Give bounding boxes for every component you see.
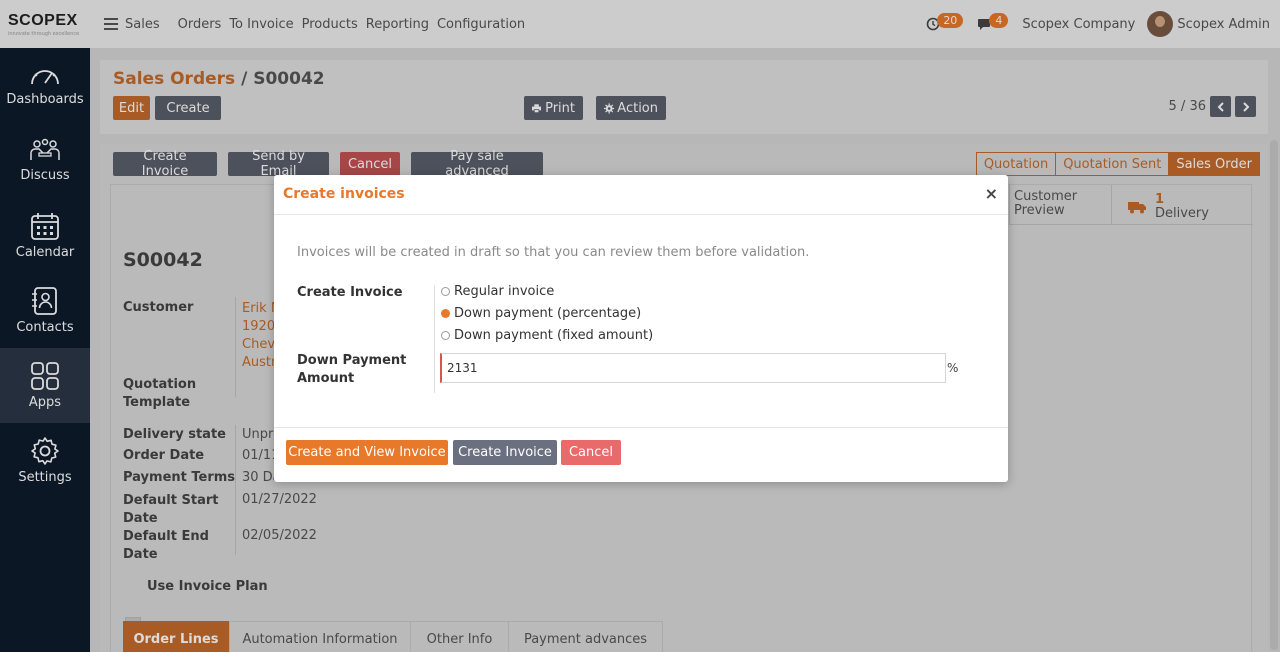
dialog-header-divider [274, 214, 1008, 215]
close-icon[interactable]: × [985, 184, 998, 203]
create-invoices-dialog: Create invoices × Invoices will be creat… [274, 175, 1008, 482]
radio-down-payment-percentage[interactable] [441, 309, 450, 318]
radio-down-payment-fixed[interactable] [441, 331, 450, 340]
percent-unit: % [947, 361, 959, 375]
down-payment-amount-label: Down Payment Amount [297, 352, 406, 388]
field-divider [434, 285, 435, 393]
create-and-view-invoice-button[interactable]: Create and View Invoice [286, 440, 448, 465]
radio-regular-invoice[interactable] [441, 287, 450, 296]
down-payment-amount-input[interactable]: 2131 [440, 353, 946, 383]
option-down-payment-percentage[interactable]: Down payment (percentage) [441, 306, 641, 321]
dialog-footer-divider [274, 427, 1008, 428]
create-invoice-label: Create Invoice [297, 285, 403, 300]
dialog-hint: Invoices will be created in draft so tha… [297, 245, 810, 260]
option-regular-invoice[interactable]: Regular invoice [441, 284, 554, 299]
dialog-title: Create invoices [283, 186, 405, 202]
cancel-button[interactable]: Cancel [561, 440, 621, 465]
option-label: Down payment (fixed amount) [454, 328, 654, 343]
option-down-payment-fixed[interactable]: Down payment (fixed amount) [441, 328, 653, 343]
option-label: Down payment (percentage) [454, 306, 642, 321]
option-label: Regular invoice [454, 284, 555, 299]
create-invoice-button[interactable]: Create Invoice [453, 440, 557, 465]
label-line: Amount [297, 371, 355, 386]
label-line: Down Payment [297, 353, 407, 368]
